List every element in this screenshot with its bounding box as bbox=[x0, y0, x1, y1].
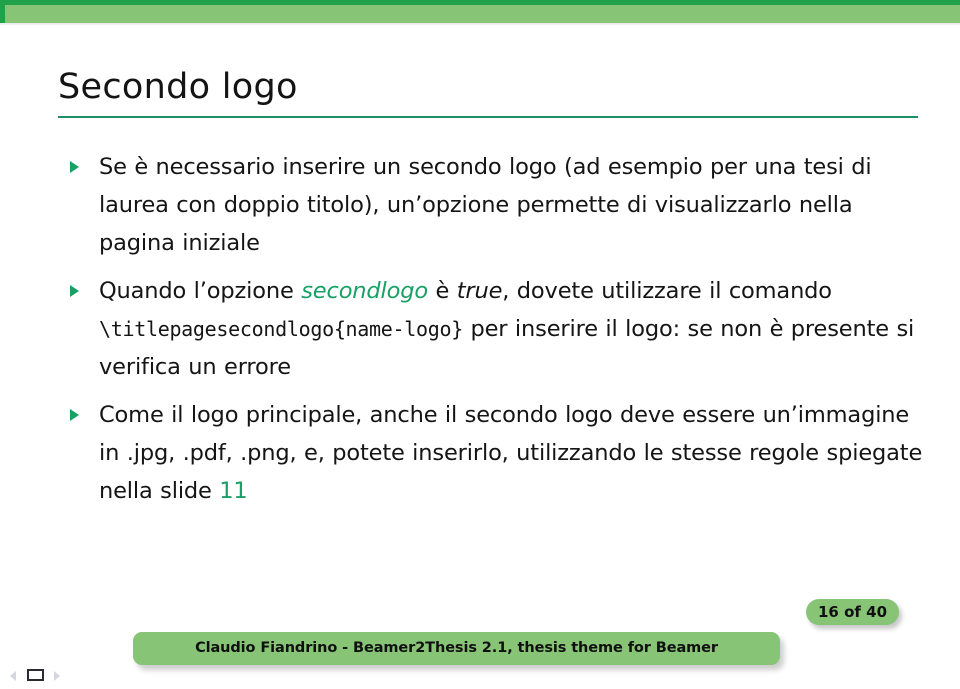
code-command: \titlepagesecondlogo{name-logo} bbox=[99, 317, 463, 341]
slide-canvas: Secondo logo Se è necessario inserire un… bbox=[0, 0, 960, 689]
slide-reference-link[interactable]: 11 bbox=[219, 478, 247, 504]
value-emphasis: true bbox=[456, 278, 503, 304]
status-badge: 16 of 40 bbox=[806, 599, 900, 625]
option-name-emphasis: secondlogo bbox=[301, 278, 429, 304]
triangle-right-icon[interactable] bbox=[54, 671, 60, 681]
navigation-symbols[interactable] bbox=[8, 668, 66, 684]
list-item-text: Quando l’opzione secondlogo è true, dove… bbox=[99, 278, 914, 380]
text-run: è bbox=[428, 278, 457, 304]
page-title: Secondo logo bbox=[58, 67, 298, 107]
title-underline-rule bbox=[58, 116, 918, 118]
text-run: , dovete utilizzare il comando bbox=[502, 278, 832, 304]
triangle-right-bullet-icon bbox=[70, 161, 79, 173]
list-item: Quando l’opzione secondlogo è true, dove… bbox=[63, 272, 923, 386]
triangle-right-bullet-icon bbox=[70, 409, 79, 421]
top-accent-bar-shadow bbox=[0, 23, 960, 26]
triangle-right-bullet-icon bbox=[70, 285, 79, 297]
list-item-text: Se è necessario inserire un secondo logo… bbox=[99, 154, 872, 256]
list-item: Se è necessario inserire un secondo logo… bbox=[63, 148, 923, 262]
left-accent-bar bbox=[0, 0, 5, 23]
text-run: Quando l’opzione bbox=[99, 278, 302, 304]
top-accent-bar-light bbox=[0, 5, 960, 23]
list-item: Come il logo principale, anche il second… bbox=[63, 396, 923, 510]
list-item-text: Come il logo principale, anche il second… bbox=[99, 402, 922, 504]
footer-author-bar: Claudio Fiandrino - Beamer2Thesis 2.1, t… bbox=[133, 632, 780, 665]
text-run: Se è necessario inserire un secondo logo… bbox=[99, 154, 872, 256]
frame-rectangle-icon[interactable] bbox=[27, 669, 44, 681]
slide-body: Se è necessario inserire un secondo logo… bbox=[63, 148, 923, 520]
triangle-left-icon[interactable] bbox=[10, 671, 16, 681]
